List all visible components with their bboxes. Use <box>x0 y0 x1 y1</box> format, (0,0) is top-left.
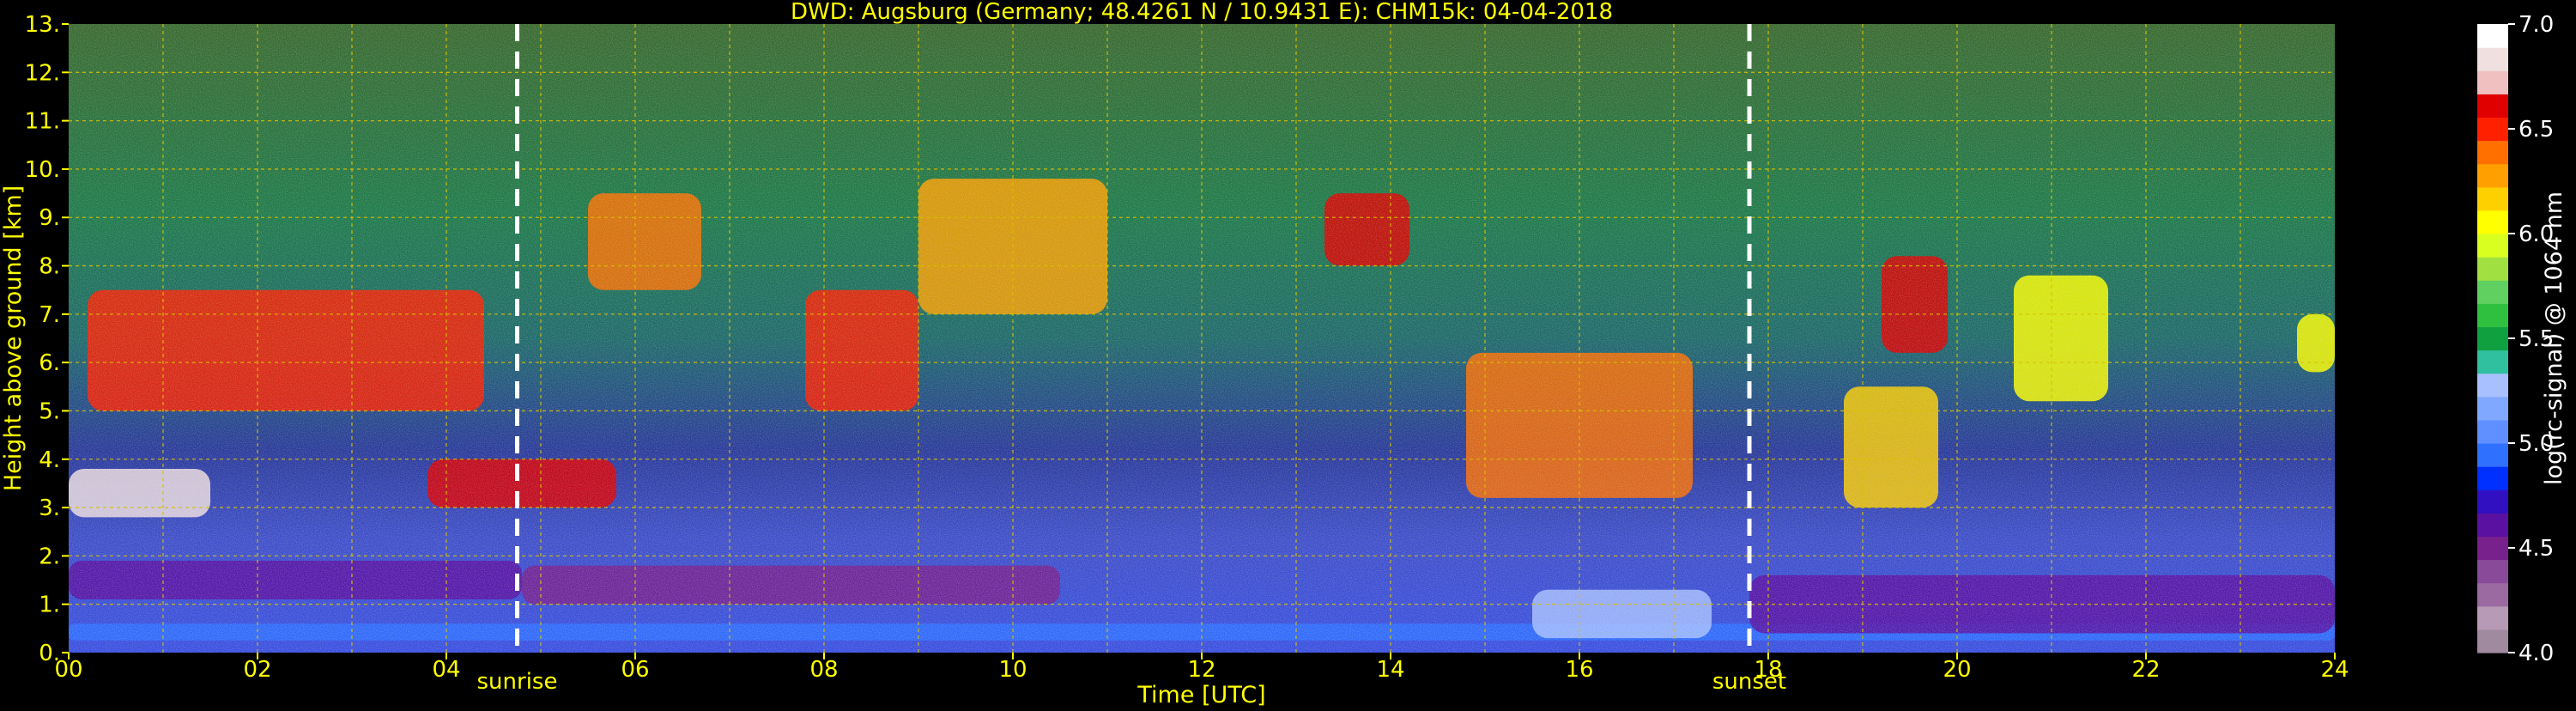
lidar-backscatter-chart: DWD: Augsburg (Germany; 48.4261 N / 10.9… <box>0 0 2576 708</box>
y-tick-label: 0. <box>39 641 60 666</box>
colorbar-swatch <box>2477 24 2508 48</box>
y-tick-label: 2. <box>39 544 60 569</box>
colorbar-label: log(rc-signal) @ 1064 nm <box>2541 191 2567 485</box>
colorbar-swatch <box>2477 280 2508 304</box>
event-label-sunrise: sunrise <box>477 669 558 695</box>
chart-title: DWD: Augsburg (Germany; 48.4261 N / 10.9… <box>791 0 1613 25</box>
x-tick-label: 14 <box>1376 657 1404 683</box>
y-tick-label: 11. <box>25 109 60 135</box>
colorbar-swatch <box>2477 396 2508 421</box>
x-tick-label: 08 <box>809 657 838 683</box>
colorbar-swatch <box>2477 466 2508 490</box>
colorbar-swatch <box>2477 419 2508 444</box>
y-tick-label: 13. <box>25 12 60 38</box>
y-tick-label: 7. <box>39 302 60 328</box>
colorbar-swatch <box>2477 536 2508 561</box>
y-axis-ticks: 0. 1. 2. 3. 4. 5. 6. 7. 8. 9. 10. 11. 12. 13. <box>25 12 69 666</box>
colorbar <box>2477 24 2508 653</box>
colorbar-swatch <box>2477 257 2508 281</box>
x-tick-label: 10 <box>998 657 1027 683</box>
x-axis-label: Time [UTC] <box>1136 682 1265 708</box>
colorbar-swatch <box>2477 47 2508 71</box>
y-axis-label: Height above ground [km] <box>0 185 27 491</box>
plot-area: sunrise sunset <box>69 24 2335 695</box>
colorbar-swatch <box>2477 443 2508 467</box>
x-tick-label: 18 <box>1754 657 1782 683</box>
colorbar-swatch <box>2477 513 2508 538</box>
colorbar-swatch <box>2477 70 2508 94</box>
y-tick-label: 4. <box>39 447 60 473</box>
colorbar-swatch <box>2477 117 2508 142</box>
x-tick-label: 22 <box>2131 657 2160 683</box>
x-tick-label: 16 <box>1565 657 1593 683</box>
x-tick-label: 02 <box>243 657 271 683</box>
colorbar-tick-label: 6.5 <box>2518 117 2554 143</box>
colorbar-swatch <box>2477 140 2508 165</box>
x-tick-label: 06 <box>621 657 649 683</box>
y-tick-label: 8. <box>39 254 60 280</box>
y-tick-label: 10. <box>25 157 60 183</box>
colorbar-swatch <box>2477 629 2508 653</box>
signal-noise <box>69 24 2335 653</box>
colorbar-swatch <box>2477 326 2508 351</box>
colorbar-swatch <box>2477 210 2508 234</box>
y-tick-label: 9. <box>39 205 60 231</box>
x-tick-label: 12 <box>1187 657 1215 683</box>
y-tick-label: 5. <box>39 398 60 424</box>
colorbar-swatch <box>2477 373 2508 398</box>
x-axis-ticks: 00 02 04 06 08 10 12 14 16 18 20 22 24 <box>54 653 2349 683</box>
colorbar-swatch <box>2477 94 2508 118</box>
colorbar-swatch <box>2477 163 2508 188</box>
x-tick-label: 24 <box>2320 657 2349 683</box>
x-tick-label: 20 <box>1943 657 1971 683</box>
colorbar-swatch <box>2477 234 2508 258</box>
colorbar-swatch <box>2477 582 2508 607</box>
x-tick-label: 04 <box>432 657 460 683</box>
colorbar-tick-label: 4.0 <box>2518 641 2554 666</box>
y-tick-label: 12. <box>25 60 60 86</box>
colorbar-swatch <box>2477 559 2508 584</box>
colorbar-swatch <box>2477 489 2508 514</box>
colorbar-swatch <box>2477 186 2508 211</box>
chart-canvas: DWD: Augsburg (Germany; 48.4261 N / 10.9… <box>0 0 2567 708</box>
colorbar-swatch <box>2477 303 2508 328</box>
y-tick-label: 1. <box>39 592 60 618</box>
colorbar-swatch <box>2477 349 2508 374</box>
colorbar-tick-label: 7.0 <box>2518 12 2554 38</box>
colorbar-tick-label: 4.5 <box>2518 536 2554 562</box>
colorbar-swatch <box>2477 605 2508 630</box>
y-tick-label: 6. <box>39 350 60 376</box>
y-tick-label: 3. <box>39 495 60 521</box>
